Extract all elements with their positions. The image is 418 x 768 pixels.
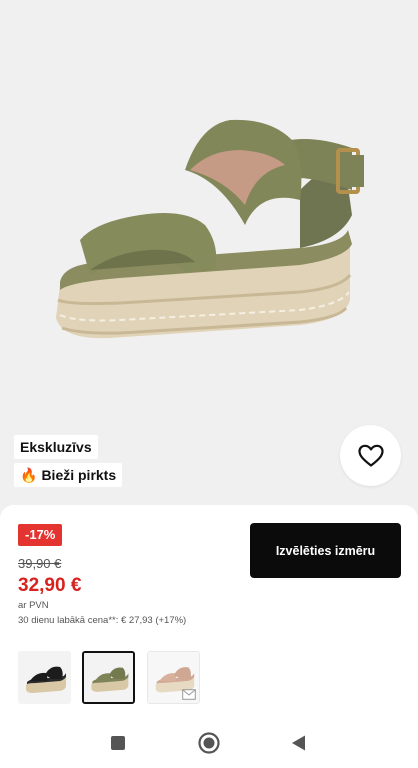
- popular-tag: 🔥 Bieži pirkts: [14, 463, 123, 487]
- discount-badge: -17%: [18, 524, 63, 546]
- system-navigation-bar: [0, 718, 418, 768]
- sandal-thumbnail-image: [84, 653, 133, 702]
- product-image[interactable]: [0, 0, 418, 500]
- fire-icon: 🔥: [20, 467, 38, 483]
- vat-note: ar PVN: [18, 600, 49, 611]
- recent-apps-button[interactable]: [105, 730, 131, 756]
- home-circle-icon: [198, 732, 220, 754]
- exclusive-tag: Ekskluzīvs: [14, 435, 98, 459]
- popular-label: Bieži pirkts: [41, 467, 117, 483]
- color-thumbnail-khaki[interactable]: [82, 651, 135, 704]
- back-triangle-icon: [292, 735, 305, 751]
- exclusive-label: Ekskluzīvs: [20, 439, 92, 455]
- heart-icon: [357, 444, 384, 467]
- mail-icon: [182, 689, 196, 700]
- back-button[interactable]: [286, 730, 312, 756]
- square-icon: [111, 736, 125, 750]
- sale-price: 32,90 €: [18, 575, 82, 596]
- sandal-image: [56, 119, 364, 339]
- sandal-thumbnail-image: [18, 651, 71, 704]
- color-thumbnail-beige[interactable]: [147, 651, 200, 704]
- old-price: 39,90 €: [18, 556, 62, 571]
- select-size-button[interactable]: Izvēlēties izmēru: [250, 523, 401, 578]
- wishlist-button[interactable]: [340, 425, 401, 486]
- lowest-price-note: 30 dienu labākā cena**: € 27,93 (+17%): [18, 615, 187, 626]
- home-button[interactable]: [196, 730, 222, 756]
- color-thumbnail-black[interactable]: [18, 651, 71, 704]
